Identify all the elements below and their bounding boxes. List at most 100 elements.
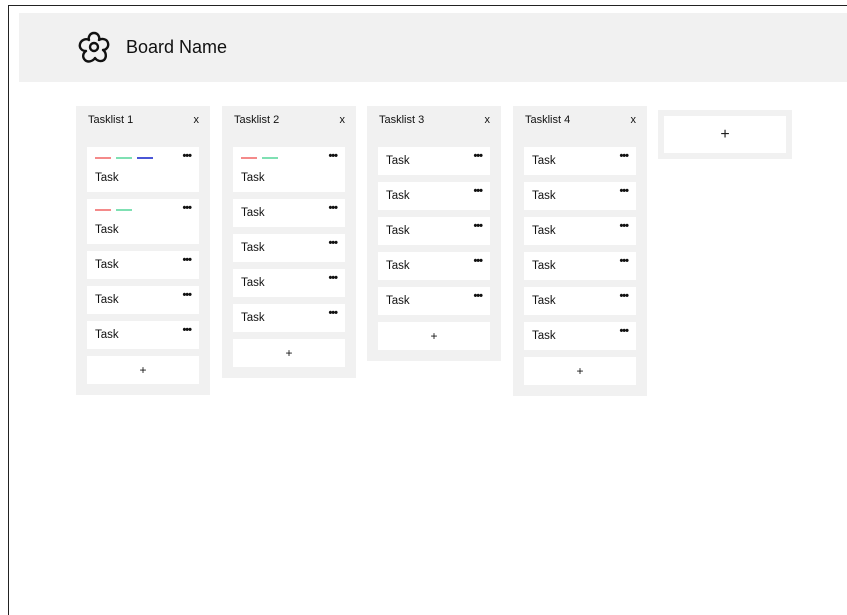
add-task-button[interactable]: + [524, 357, 636, 385]
task-card[interactable]: Task ••• [233, 234, 345, 262]
task-card[interactable]: Task ••• [378, 217, 490, 245]
more-options-icon[interactable]: ••• [182, 289, 192, 301]
task-title: Task [95, 224, 119, 236]
more-options-icon[interactable]: ••• [619, 150, 629, 162]
tasklist-header: Tasklist 1 x [76, 106, 210, 134]
label-tag [241, 157, 257, 159]
add-task-button[interactable]: + [233, 339, 345, 367]
task-card[interactable]: Task ••• [233, 147, 345, 192]
task-title: Task [532, 330, 556, 342]
task-title: Task [532, 225, 556, 237]
close-tasklist-button[interactable]: x [340, 114, 346, 126]
more-options-icon[interactable]: ••• [619, 185, 629, 197]
tasklist-1: Tasklist 1 x Task ••• Task ••• Task ••• Task ••• T… [76, 106, 210, 395]
task-card[interactable]: Task ••• [87, 251, 199, 279]
task-title: Task [532, 295, 556, 307]
tasklist-header: Tasklist 4 x [513, 106, 647, 134]
tasklist-title[interactable]: Tasklist 4 [525, 114, 570, 126]
task-title: Task [95, 172, 119, 184]
task-title: Task [241, 172, 265, 184]
task-card[interactable]: Task ••• [233, 269, 345, 297]
tasklist-4: Tasklist 4 x Task ••• Task ••• Task ••• Task ••• T… [513, 106, 647, 396]
more-options-icon[interactable]: ••• [182, 254, 192, 266]
close-tasklist-button[interactable]: x [485, 114, 491, 126]
label-tag [116, 157, 132, 159]
label-tag [137, 157, 153, 159]
task-card[interactable]: Task ••• [524, 322, 636, 350]
task-title: Task [532, 155, 556, 167]
task-card[interactable]: Task ••• [87, 147, 199, 192]
tasklist-title[interactable]: Tasklist 2 [234, 114, 279, 126]
task-card[interactable]: Task ••• [524, 182, 636, 210]
more-options-icon[interactable]: ••• [619, 220, 629, 232]
add-task-button[interactable]: + [378, 322, 490, 350]
task-title: Task [386, 155, 410, 167]
tasklist-title[interactable]: Tasklist 1 [88, 114, 133, 126]
task-card[interactable]: Task ••• [87, 199, 199, 244]
task-title: Task [386, 190, 410, 202]
task-title: Task [95, 294, 119, 306]
task-list: Task ••• Task ••• Task ••• Task ••• Task ••• + [222, 134, 356, 378]
label-tag [95, 209, 111, 211]
more-options-icon[interactable]: ••• [182, 202, 192, 214]
flower-icon[interactable] [76, 29, 112, 65]
task-list: Task ••• Task ••• Task ••• Task ••• Task ••• Task •… [513, 134, 647, 396]
more-options-icon[interactable]: ••• [473, 220, 483, 232]
add-list-panel: + [658, 110, 792, 159]
tasklist-header: Tasklist 3 x [367, 106, 501, 134]
more-options-icon[interactable]: ••• [328, 202, 338, 214]
task-title: Task [241, 242, 265, 254]
task-card[interactable]: Task ••• [378, 147, 490, 175]
task-title: Task [386, 260, 410, 272]
close-tasklist-button[interactable]: x [631, 114, 637, 126]
task-title: Task [95, 259, 119, 271]
task-card[interactable]: Task ••• [524, 217, 636, 245]
board-title: Board Name [126, 37, 228, 57]
more-options-icon[interactable]: ••• [328, 307, 338, 319]
tasklist-3: Tasklist 3 x Task ••• Task ••• Task ••• Task ••• T… [367, 106, 501, 361]
more-options-icon[interactable]: ••• [619, 290, 629, 302]
label-tag [262, 157, 278, 159]
close-tasklist-button[interactable]: x [194, 114, 200, 126]
more-options-icon[interactable]: ••• [473, 185, 483, 197]
more-options-icon[interactable]: ••• [182, 150, 192, 162]
task-title: Task [241, 312, 265, 324]
task-list: Task ••• Task ••• Task ••• Task ••• Task ••• + [367, 134, 501, 361]
more-options-icon[interactable]: ••• [328, 237, 338, 249]
task-card[interactable]: Task ••• [524, 147, 636, 175]
task-list: Task ••• Task ••• Task ••• Task ••• Task ••• + [76, 134, 210, 395]
tasklist-title[interactable]: Tasklist 3 [379, 114, 424, 126]
task-card[interactable]: Task ••• [233, 304, 345, 332]
task-title: Task [386, 225, 410, 237]
more-options-icon[interactable]: ••• [473, 255, 483, 267]
task-title: Task [241, 277, 265, 289]
task-card[interactable]: Task ••• [87, 286, 199, 314]
more-options-icon[interactable]: ••• [473, 150, 483, 162]
tasklist-2: Tasklist 2 x Task ••• Task ••• Task ••• Task ••• T… [222, 106, 356, 378]
task-labels [95, 157, 158, 159]
more-options-icon[interactable]: ••• [619, 255, 629, 267]
board-header: Board Name [19, 13, 847, 82]
task-card[interactable]: Task ••• [378, 252, 490, 280]
label-tag [116, 209, 132, 211]
task-card[interactable]: Task ••• [378, 287, 490, 315]
more-options-icon[interactable]: ••• [328, 272, 338, 284]
add-list-button[interactable]: + [664, 116, 786, 153]
task-title: Task [386, 295, 410, 307]
task-card[interactable]: Task ••• [233, 199, 345, 227]
label-tag [95, 157, 111, 159]
task-title: Task [532, 260, 556, 272]
more-options-icon[interactable]: ••• [619, 325, 629, 337]
more-options-icon[interactable]: ••• [182, 324, 192, 336]
task-labels [241, 157, 283, 159]
task-title: Task [95, 329, 119, 341]
task-card[interactable]: Task ••• [524, 287, 636, 315]
task-card[interactable]: Task ••• [87, 321, 199, 349]
task-card[interactable]: Task ••• [524, 252, 636, 280]
task-card[interactable]: Task ••• [378, 182, 490, 210]
task-labels [95, 209, 137, 211]
more-options-icon[interactable]: ••• [328, 150, 338, 162]
add-task-button[interactable]: + [87, 356, 199, 384]
task-title: Task [532, 190, 556, 202]
more-options-icon[interactable]: ••• [473, 290, 483, 302]
